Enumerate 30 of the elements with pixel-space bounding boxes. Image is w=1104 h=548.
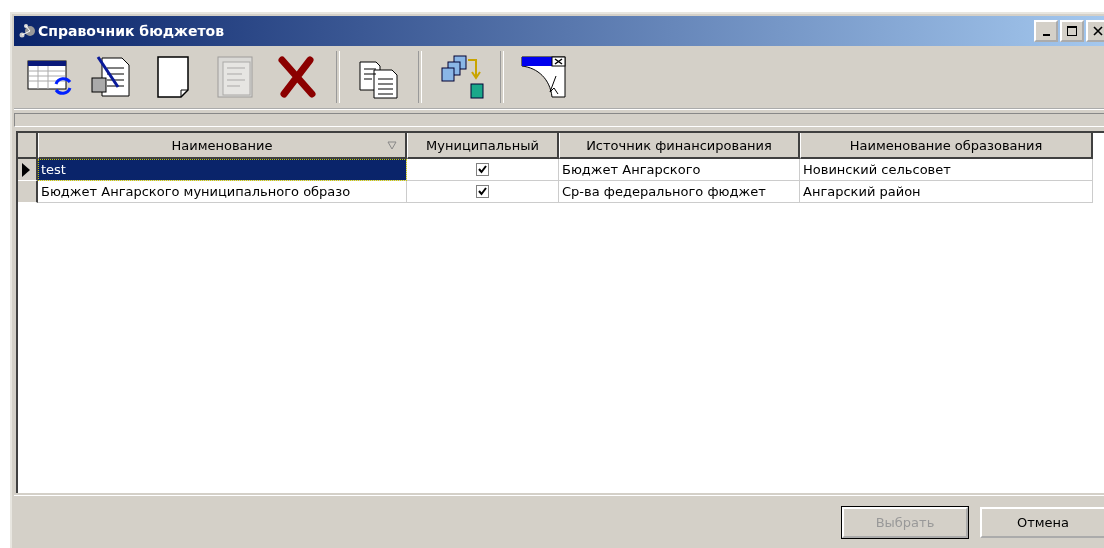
move-button[interactable] bbox=[438, 54, 484, 100]
table-cell: Бюджет Ангарского муниципального образо bbox=[38, 181, 407, 203]
maximize-icon bbox=[1067, 26, 1077, 36]
column-header[interactable]: Наименование образования bbox=[800, 133, 1093, 159]
window-title: Справочник бюджетов bbox=[38, 23, 225, 39]
column-header-label: Наименование образования bbox=[849, 137, 1043, 153]
close-icon bbox=[1093, 26, 1103, 36]
column-header[interactable]: Источник финансирования bbox=[559, 133, 800, 159]
checkbox[interactable] bbox=[476, 163, 489, 176]
network-icon bbox=[18, 23, 36, 39]
table-cell: Ангарский район bbox=[800, 181, 1093, 203]
row-indicator[interactable] bbox=[18, 159, 38, 181]
current-row-icon bbox=[22, 162, 30, 177]
close-button[interactable] bbox=[1086, 20, 1104, 42]
column-header-label: Наименование bbox=[171, 137, 273, 153]
filter-button[interactable] bbox=[520, 54, 566, 100]
cancel-button[interactable]: Отмена bbox=[980, 506, 1104, 538]
column-header-label: Муниципальный bbox=[426, 137, 539, 153]
table-cell: Новинский сельсовет bbox=[800, 159, 1093, 181]
column-header-label: Источник финансирования bbox=[586, 137, 772, 153]
column-header[interactable]: Наименование bbox=[38, 133, 407, 159]
row-indicator[interactable] bbox=[18, 181, 38, 203]
maximize-button[interactable] bbox=[1060, 20, 1084, 42]
minimize-button[interactable] bbox=[1034, 20, 1058, 42]
table-cell: test bbox=[38, 159, 407, 181]
table-cell: Ср-ва федерального фюджет bbox=[559, 181, 800, 203]
column-header[interactable]: Муниципальный bbox=[407, 133, 559, 159]
minimize-icon bbox=[1042, 33, 1050, 36]
table-cell: Бюджет Ангарского bbox=[559, 159, 800, 181]
checkbox[interactable] bbox=[476, 185, 489, 198]
